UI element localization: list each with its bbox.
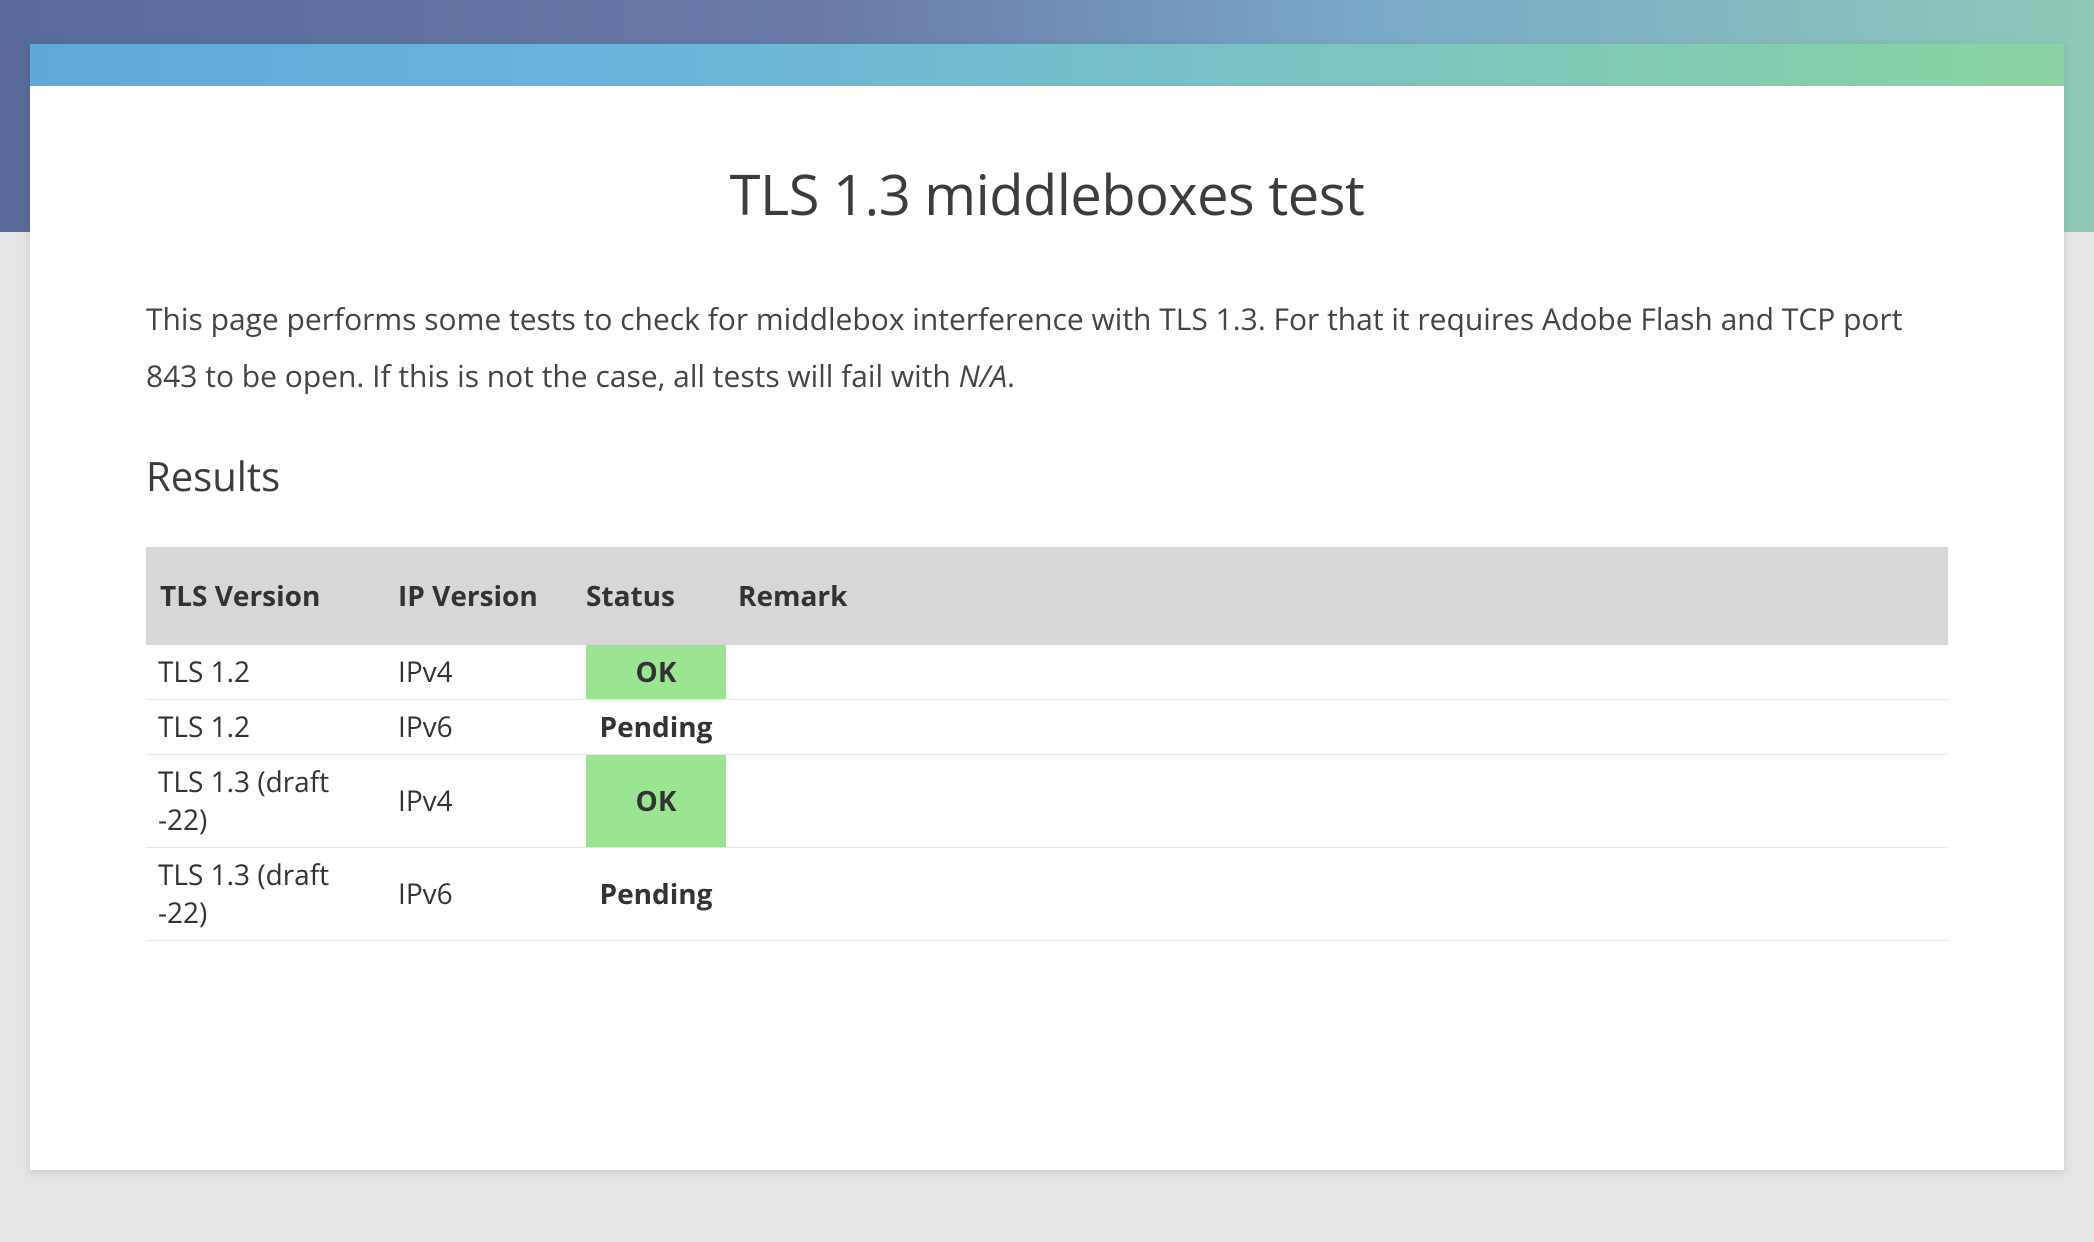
cell-status: OK bbox=[586, 645, 726, 700]
col-header-status: Status bbox=[586, 547, 726, 645]
table-row: TLS 1.3 (draft -22) IPv4 OK bbox=[146, 755, 1948, 848]
cell-status: OK bbox=[586, 755, 726, 848]
cell-tls: TLS 1.2 bbox=[146, 700, 386, 755]
cell-ip: IPv6 bbox=[386, 848, 586, 941]
cell-remark bbox=[726, 700, 1948, 755]
intro-na: N/A bbox=[959, 355, 1007, 396]
table-row: TLS 1.2 IPv4 OK bbox=[146, 645, 1948, 700]
card-accent-bar bbox=[30, 44, 2064, 86]
cell-remark bbox=[726, 848, 1948, 941]
col-header-ip: IP Version bbox=[386, 547, 586, 645]
col-header-remark: Remark bbox=[726, 547, 1948, 645]
intro-paragraph: This page performs some tests to check f… bbox=[146, 290, 1948, 404]
table-row: TLS 1.2 IPv6 Pending bbox=[146, 700, 1948, 755]
intro-text: This page performs some tests to check f… bbox=[146, 298, 1902, 396]
page-title: TLS 1.3 middleboxes test bbox=[146, 156, 1948, 232]
cell-remark bbox=[726, 755, 1948, 848]
intro-suffix: . bbox=[1007, 355, 1015, 396]
cell-ip: IPv4 bbox=[386, 755, 586, 848]
cell-status: Pending bbox=[586, 848, 726, 941]
table-row: TLS 1.3 (draft -22) IPv6 Pending bbox=[146, 848, 1948, 941]
col-header-tls: TLS Version bbox=[146, 547, 386, 645]
cell-tls: TLS 1.3 (draft -22) bbox=[146, 755, 386, 848]
cell-remark bbox=[726, 645, 1948, 700]
cell-ip: IPv6 bbox=[386, 700, 586, 755]
results-table: TLS Version IP Version Status Remark TLS… bbox=[146, 547, 1948, 941]
table-body: TLS 1.2 IPv4 OK TLS 1.2 IPv6 Pending TLS… bbox=[146, 645, 1948, 941]
cell-tls: TLS 1.3 (draft -22) bbox=[146, 848, 386, 941]
results-heading: Results bbox=[146, 448, 1948, 503]
cell-ip: IPv4 bbox=[386, 645, 586, 700]
main-card: TLS 1.3 middleboxes test This page perfo… bbox=[30, 44, 2064, 1170]
card-content: TLS 1.3 middleboxes test This page perfo… bbox=[30, 86, 2064, 1001]
cell-tls: TLS 1.2 bbox=[146, 645, 386, 700]
cell-status: Pending bbox=[586, 700, 726, 755]
table-header-row: TLS Version IP Version Status Remark bbox=[146, 547, 1948, 645]
